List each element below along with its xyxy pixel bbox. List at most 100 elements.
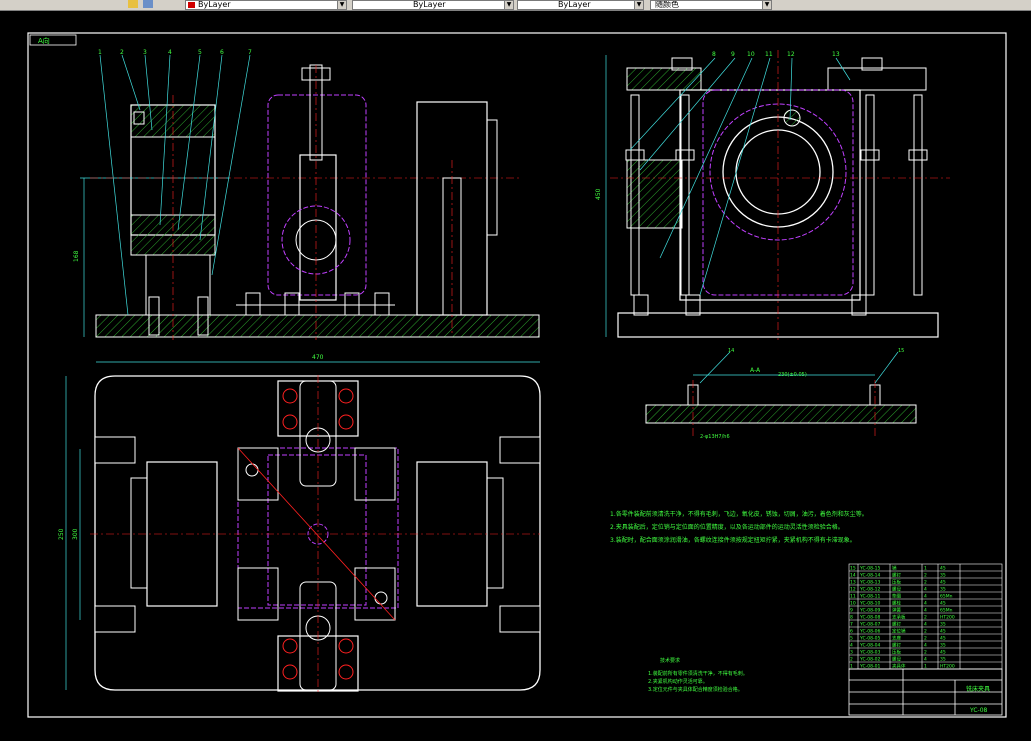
bom-cell: 压板 [892, 579, 901, 586]
bom-cell: 45 [940, 629, 946, 635]
bom-cell: 7 [850, 622, 853, 628]
bom-cell: 2 [924, 636, 927, 642]
bom-cell: 螺母 [892, 586, 901, 593]
cad-drawing: A向 1 2 3 4 5 6 7 168 450 8 9 10 11 12 13… [27, 32, 1007, 718]
bom-cell: 2 [924, 573, 927, 579]
section-aa-detail: A-A 230(±0.05) 2-φ13H7/h6 14 15 [645, 348, 917, 440]
bom-cell: 35 [940, 657, 946, 663]
bom-cell: YC-08-15 [859, 566, 880, 572]
bom-cell: 弹簧 [892, 607, 901, 614]
bom-cell: 4 [850, 643, 853, 649]
dim-small-width: 230(±0.05) [778, 372, 807, 378]
tech-notes: 1.各零件装配前须清洗干净，不得有毛刺，飞边，氧化皮，锈蚀，切屑，油污，着色剂和… [610, 510, 868, 544]
bom-cell: HT200 [940, 615, 955, 621]
bom-cell: 4 [924, 643, 927, 649]
column-base [145, 254, 211, 316]
dim-plan-height-inner: 300 [72, 528, 79, 540]
bom-cell: 夹具体 [892, 663, 906, 670]
bom-cell: 14 [850, 573, 856, 579]
bom-cell: 4 [924, 608, 927, 614]
bom-cell: 45 [940, 580, 946, 586]
bom-cell: YC-08-02 [859, 657, 880, 663]
bom-cell: YC-08-10 [859, 601, 880, 607]
bom-cell: YC-08-04 [859, 643, 880, 649]
part-label: 9 [731, 51, 735, 58]
bom-cell: YC-08-11 [859, 594, 880, 600]
plot-style-value: 随颜色 [655, 0, 679, 9]
color-value: ByLayer [198, 0, 231, 9]
bom-cell: 销 [892, 565, 897, 572]
bom-cell: YC-08-01 [859, 664, 880, 670]
bom-cell: 螺母 [892, 656, 901, 663]
bom-cell: 支座 [892, 635, 901, 642]
bom-cell: 螺钉 [892, 642, 901, 649]
bom-cell: 35 [940, 643, 946, 649]
layer-manager-icon[interactable] [143, 0, 153, 8]
bom-cell: 5 [850, 636, 853, 642]
part-label: 8 [712, 51, 716, 58]
bom-cell: YC-08-05 [859, 636, 880, 642]
bom-cell: HT200 [940, 664, 955, 670]
bom-cell: 45 [940, 601, 946, 607]
bom-cell: YC-08-09 [859, 608, 880, 614]
bom-cell: 15 [850, 566, 856, 572]
chevron-down-icon: ▼ [762, 1, 771, 9]
bom-cell: 8 [850, 615, 853, 621]
part-label: 3 [143, 49, 147, 56]
bom-cell: 35 [940, 587, 946, 593]
front-elevation [236, 64, 395, 340]
bom-cell: 2 [924, 650, 927, 656]
bom-cell: 支承板 [892, 614, 906, 621]
chevron-down-icon: ▼ [337, 1, 346, 9]
chevron-down-icon: ▼ [634, 1, 643, 9]
plan-view: 470 250 300 [58, 354, 541, 695]
bom-cell: 2 [924, 615, 927, 621]
linetype-dropdown[interactable]: ByLayer ▼ [352, 0, 514, 10]
tech-requirement-line: 1.装配前所有零件须清洗干净，不得有毛刺。 [648, 670, 748, 677]
drawing-canvas[interactable]: A向 1 2 3 4 5 6 7 168 450 8 9 10 11 12 13… [0, 11, 1031, 737]
tech-requirements-title: 技术要求 [660, 657, 680, 664]
lineweight-value: ByLayer [558, 0, 591, 9]
base-plate-section [95, 314, 540, 338]
bom-cell: YC-08-08 [859, 615, 880, 621]
color-swatch-icon [188, 2, 195, 8]
plot-style-dropdown[interactable]: 随颜色 ▼ [650, 0, 772, 10]
dim-plan-width: 470 [312, 354, 324, 361]
bom-cell: 2 [924, 580, 927, 586]
part-label: 2 [120, 49, 124, 56]
bom-cell: 35 [940, 573, 946, 579]
drawing-number: YC-08 [969, 707, 988, 714]
bom-cell: 65Mn [940, 608, 953, 614]
bom-cell: YC-08-14 [859, 573, 880, 579]
lineweight-dropdown[interactable]: ByLayer ▼ [517, 0, 644, 10]
tech-note-line: 1.各零件装配前须清洗干净，不得有毛刺，飞边，氧化皮，锈蚀，切屑，油污，着色剂和… [610, 510, 868, 518]
bom-cell: 35 [940, 622, 946, 628]
bom-cell: YC-08-03 [859, 650, 880, 656]
bom-cell: 4 [924, 657, 927, 663]
bom-cell: 65Mn [940, 594, 953, 600]
bom-cell: 垫圈 [892, 593, 901, 600]
bom-cell: YC-08-07 [859, 622, 880, 628]
bom-cell: 1 [850, 664, 853, 670]
layer-state-icon[interactable] [128, 0, 138, 8]
linetype-value: ByLayer [413, 0, 446, 9]
tech-requirements: 技术要求 1.装配前所有零件须清洗干净，不得有毛刺。 2.夹紧机构动作灵活可靠。… [648, 657, 748, 693]
bom-cell: 4 [924, 622, 927, 628]
chevron-down-icon: ▼ [504, 1, 513, 9]
dim-front-height: 450 [595, 188, 602, 200]
bom-cell: 13 [850, 580, 856, 586]
dim-small-hole: 2-φ13H7/h6 [700, 434, 730, 440]
bom-cell: 4 [924, 594, 927, 600]
bom-cell: 螺钉 [892, 572, 901, 579]
side-view: 1 2 3 4 5 6 7 168 [73, 49, 540, 340]
bom-cell: 螺钉 [892, 621, 901, 628]
tech-requirement-line: 3.定位元件与夹具体配合精度须检验合格。 [648, 686, 743, 693]
bom-cell: 9 [850, 608, 853, 614]
view-tag-box [29, 34, 77, 46]
bom-cell: YC-08-12 [859, 587, 880, 593]
bom-cell: 10 [850, 601, 856, 607]
bom-cell: 3 [850, 650, 853, 656]
view-tag-text: A向 [38, 36, 50, 45]
color-dropdown[interactable]: ByLayer ▼ [185, 0, 347, 10]
bom-cell: 压板 [892, 649, 901, 656]
